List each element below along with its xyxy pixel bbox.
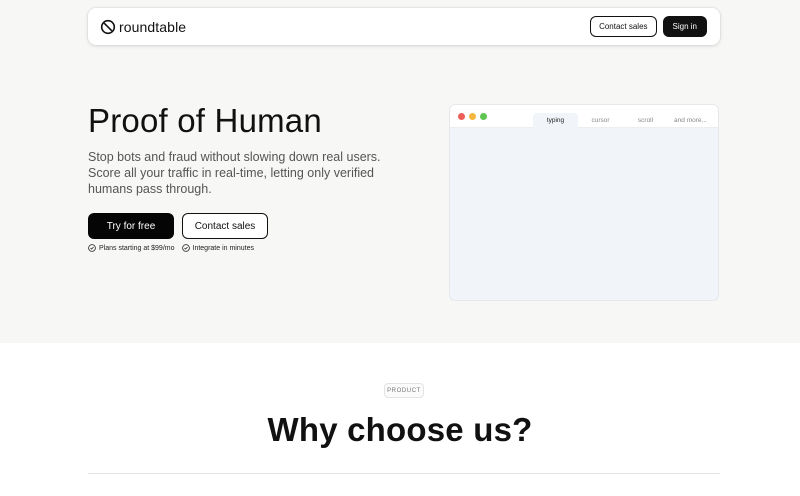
hero-title: Proof of Human [88, 102, 322, 139]
try-for-free-button[interactable]: Try for free [88, 213, 174, 239]
section-divider [88, 473, 720, 474]
maximize-dot-icon [480, 113, 487, 120]
nav-sign-in-button[interactable]: Sign in [662, 16, 707, 37]
tab-cursor[interactable]: cursor [578, 113, 623, 128]
nav-actions: Contact sales Sign in [590, 16, 707, 37]
hero-features: Plans starting at $99/mo Integrate in mi… [88, 244, 254, 252]
tab-typing[interactable]: typing [533, 113, 578, 128]
demo-window-titlebar: typing cursor scroll and more... [450, 105, 718, 128]
check-circle-icon [181, 244, 190, 252]
hero-subtitle: Stop bots and fraud without slowing down… [88, 150, 381, 196]
tab-and-more[interactable]: and more... [668, 113, 713, 128]
demo-tabs: typing cursor scroll and more... [533, 113, 713, 128]
close-dot-icon [458, 113, 465, 120]
minimize-dot-icon [469, 113, 476, 120]
section-badge: PRODUCT [384, 383, 424, 398]
feature-label: Plans starting at $99/mo [99, 244, 175, 252]
nav-contact-sales-button[interactable]: Contact sales [590, 16, 657, 37]
section-title: Why choose us? [267, 411, 533, 448]
contact-sales-button[interactable]: Contact sales [182, 213, 268, 239]
top-navbar: roundtable Contact sales Sign in [88, 8, 720, 45]
brand[interactable]: roundtable [100, 19, 186, 35]
feature-item: Integrate in minutes [181, 244, 254, 252]
brand-name: roundtable [119, 18, 187, 35]
roundtable-logo-icon [100, 19, 116, 34]
window-controls [458, 113, 487, 120]
feature-label: Integrate in minutes [192, 244, 254, 252]
demo-window: typing cursor scroll and more... [449, 104, 719, 301]
tab-scroll[interactable]: scroll [623, 113, 668, 128]
check-circle-icon [88, 244, 96, 252]
feature-item: Plans starting at $99/mo [88, 244, 175, 252]
